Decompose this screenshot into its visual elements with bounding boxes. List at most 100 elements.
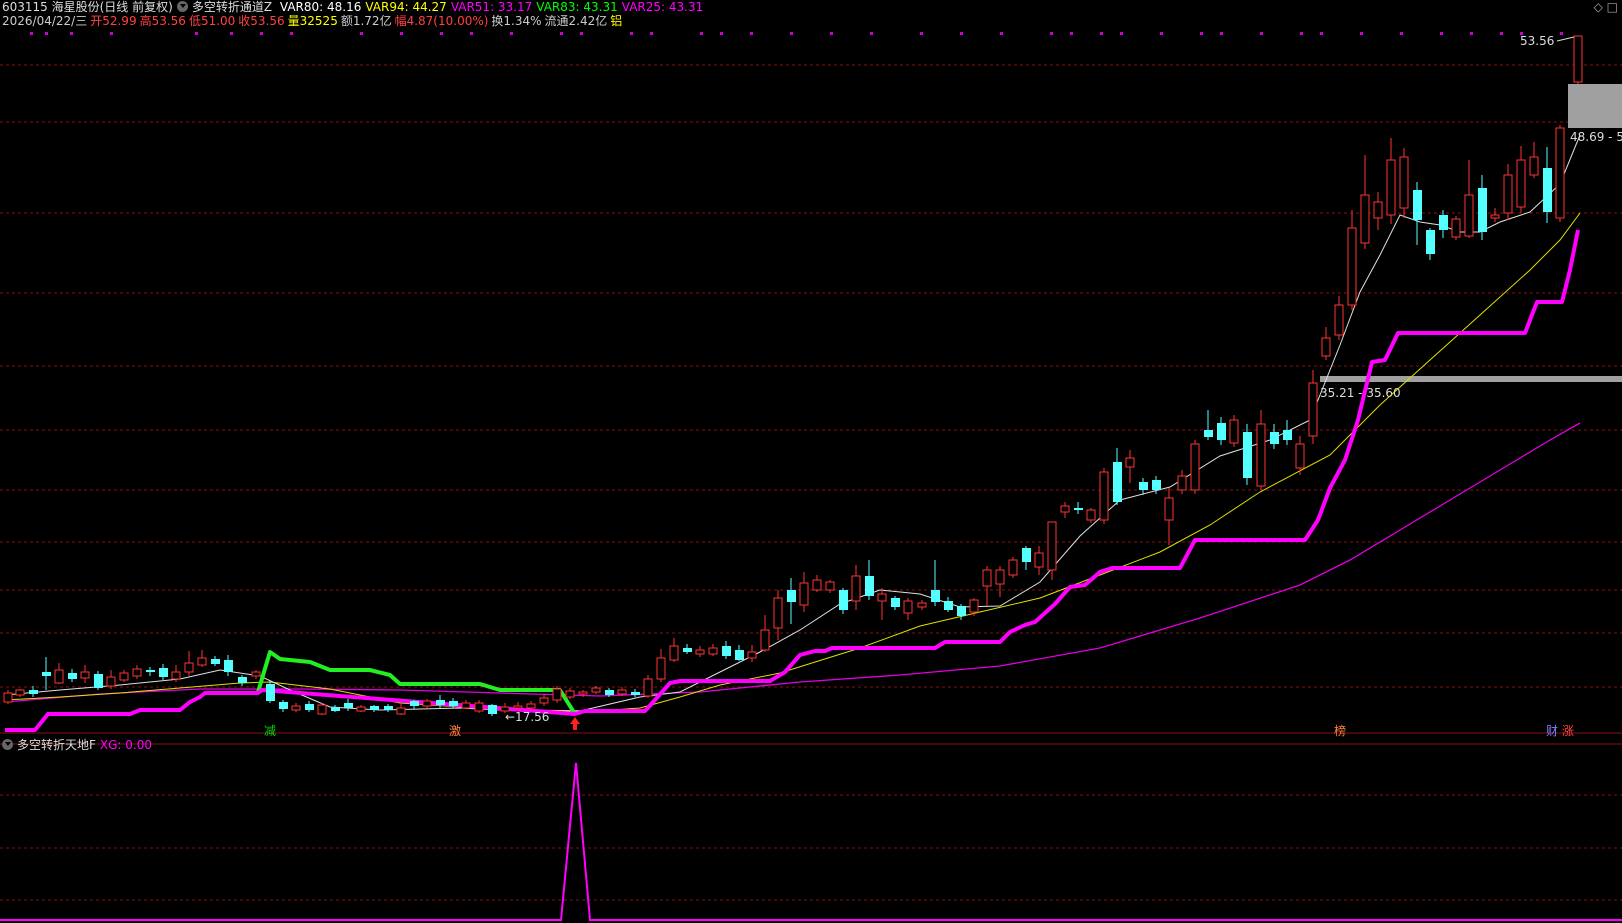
candle <box>1573 35 1583 84</box>
marker-dot <box>650 32 653 35</box>
candle-body <box>251 671 261 677</box>
candle-body <box>631 692 640 695</box>
indicator-menu-icon[interactable] <box>176 1 188 12</box>
candle-body <box>1152 480 1161 490</box>
chart-header: 603115 海星股份(日线 前复权) 多空转折通道Z VAR80: 48.16 V… <box>2 0 711 15</box>
candle <box>68 669 77 682</box>
candle-body <box>1334 304 1344 336</box>
sub-indicator-name[interactable]: 多空转折天地F <box>17 738 96 752</box>
candle <box>1516 146 1526 213</box>
candle <box>1555 125 1565 222</box>
candle <box>1243 424 1252 485</box>
candle-body <box>80 671 90 679</box>
candle <box>1256 410 1266 490</box>
candle-body <box>760 629 770 651</box>
marker-dot <box>1500 32 1503 35</box>
candle <box>317 703 327 715</box>
candle <box>305 701 314 712</box>
candle <box>159 664 168 680</box>
candle <box>957 604 966 620</box>
candle-body <box>891 598 900 607</box>
marker-dot <box>1440 32 1443 35</box>
high-price-pointer <box>1556 36 1575 42</box>
candle <box>1478 175 1487 240</box>
ma-short-line <box>4 134 1581 712</box>
candle <box>94 671 103 690</box>
candle <box>669 638 679 662</box>
indicator-var-1: VAR94: 44.27 <box>365 0 447 14</box>
candle <box>969 598 979 616</box>
candle <box>331 705 340 712</box>
candle <box>1086 508 1096 523</box>
candle-body <box>1283 430 1292 440</box>
candle <box>631 689 640 697</box>
candle-body <box>211 659 220 664</box>
marker-dot <box>1000 32 1003 35</box>
candle <box>1099 468 1109 524</box>
candle-body <box>68 673 77 679</box>
candle <box>1125 450 1135 483</box>
candle-body <box>370 706 379 710</box>
candle-body <box>266 684 275 701</box>
candle-body <box>1229 419 1239 444</box>
marker-dot <box>1360 32 1363 35</box>
candle <box>1373 192 1383 230</box>
event-marker-3: 财 <box>1546 724 1558 738</box>
candle <box>552 686 562 703</box>
candle-body <box>119 672 129 681</box>
candle-body <box>305 704 314 710</box>
candle-body <box>1490 214 1500 219</box>
candle-body <box>708 647 718 655</box>
candle <box>1022 546 1031 570</box>
candle <box>42 657 51 690</box>
candle-body <box>1256 423 1266 487</box>
event-marker-4: 涨 <box>1562 723 1574 738</box>
candle <box>132 665 142 679</box>
chart-canvas[interactable]: 48.69 - 5135.21 - 35.6053.56←17.56减激榜财涨 <box>0 0 1622 923</box>
marker-dot <box>30 32 33 35</box>
sub-panel-header: 多空转折天地F XG: 0.00 <box>2 738 156 753</box>
candle-body <box>969 599 979 613</box>
indicator-name[interactable]: 多空转折通道Z <box>192 0 272 14</box>
bar-info-item-7: 幅4.87(10.00%) <box>394 14 489 28</box>
candle-body <box>903 600 913 614</box>
marker-dot <box>195 32 198 35</box>
bar-info-item-3: 低51.00 <box>188 14 236 28</box>
candle-body <box>15 689 25 696</box>
marker-dot <box>470 32 473 35</box>
candle-body <box>1386 159 1396 216</box>
resistance-zone <box>1568 84 1622 128</box>
candle-body <box>396 707 406 715</box>
candle-body <box>669 645 679 661</box>
candle-body <box>591 687 601 693</box>
candle <box>851 565 861 610</box>
sub-indicator-menu-icon[interactable] <box>2 739 13 750</box>
candle-body <box>1022 548 1031 562</box>
candle <box>15 689 25 697</box>
candle-body <box>513 705 523 709</box>
candle <box>1439 210 1448 238</box>
candle-body <box>1529 156 1539 176</box>
candle <box>1229 415 1239 447</box>
candle-body <box>683 648 692 652</box>
candle-body <box>331 707 340 711</box>
marker-dot <box>870 32 873 35</box>
candle-body <box>197 657 207 666</box>
candle-body <box>1347 227 1357 306</box>
candle-body <box>812 579 822 591</box>
signal-line <box>0 762 1622 921</box>
candle <box>396 704 406 715</box>
candle-body <box>1321 337 1331 357</box>
candle-body <box>605 690 614 695</box>
candle <box>944 597 953 612</box>
candle-body <box>799 582 809 606</box>
candle <box>760 615 770 652</box>
candle-body <box>865 576 874 596</box>
bar-info-item-0: 2026/04/22/三 <box>2 14 88 28</box>
candle-body <box>29 690 38 694</box>
bar-info-item-9: 流通2.42亿 <box>544 14 608 28</box>
marker-dot <box>290 32 293 35</box>
candle <box>1308 370 1318 444</box>
event-marker-1: 激 <box>449 724 461 738</box>
window-controls[interactable]: ◇ □ <box>1594 0 1618 14</box>
